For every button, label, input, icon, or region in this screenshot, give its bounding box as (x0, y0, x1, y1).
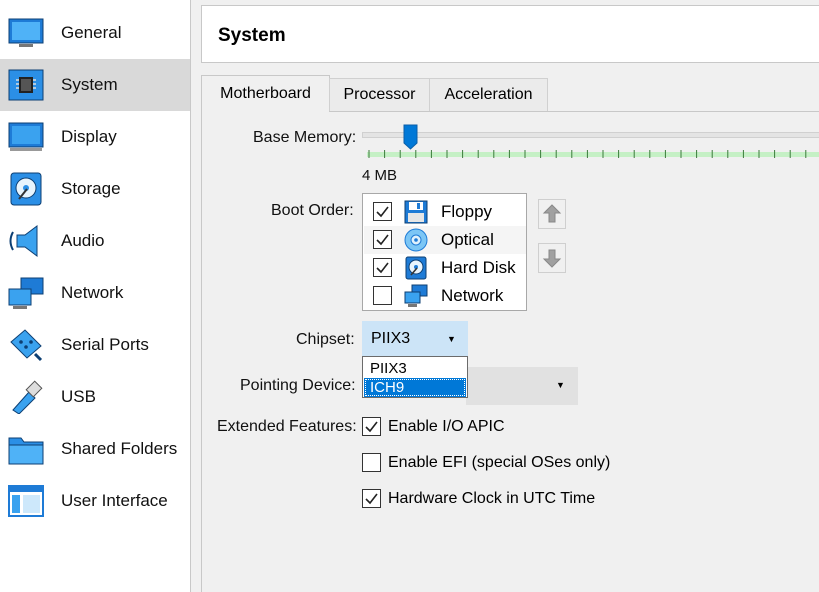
base-memory-label: Base Memory: (253, 129, 357, 146)
sidebar-item-label: General (61, 23, 122, 42)
move-down-button[interactable] (538, 243, 566, 273)
chipset-value: PIIX3 (371, 330, 411, 347)
sidebar-item-display[interactable]: Display (0, 111, 190, 163)
sidebar-item-label: Shared Folders (61, 439, 178, 458)
sidebar-item-label: USB (61, 387, 96, 406)
sidebar-item-label: System (61, 75, 118, 94)
boot-order-list[interactable]: Floppy Optical Hard Disk Network (362, 193, 527, 311)
hard-disk-icon (405, 256, 427, 280)
sidebar-item-label: User Interface (61, 491, 168, 510)
general-icon (8, 18, 44, 47)
pointing-device-select[interactable]: ▼ (466, 367, 578, 405)
boot-item-label: Network (441, 286, 504, 305)
settings-window: General System Display Storage Audio Net… (0, 0, 819, 592)
panel-border (201, 111, 202, 592)
io-apic-label: Enable I/O APIC (388, 418, 505, 435)
boot-item-optical[interactable]: Optical (364, 226, 526, 254)
chipset-select[interactable]: PIIX3 ▼ (362, 321, 468, 357)
sidebar-item-label: Network (61, 283, 124, 302)
chipset-label: Chipset: (296, 331, 355, 348)
tab-acceleration[interactable]: Acceleration (429, 78, 548, 111)
sidebar-item-label: Storage (61, 179, 121, 198)
io-apic-checkbox[interactable] (362, 417, 381, 436)
optical-disc-icon (404, 228, 428, 252)
shared-folders-icon (8, 437, 44, 465)
base-memory-slider-track[interactable] (362, 132, 819, 138)
boot-item-network[interactable]: Network (364, 282, 526, 310)
boot-item-hard-disk[interactable]: Hard Disk (364, 254, 526, 282)
tab-motherboard[interactable]: Motherboard (201, 75, 330, 112)
sidebar-item-label: Display (61, 127, 117, 146)
sidebar-item-label: Audio (61, 231, 105, 250)
user-interface-icon (8, 485, 44, 517)
network-icon (8, 277, 44, 309)
boot-order-label: Boot Order: (271, 202, 354, 219)
tab-label: Acceleration (444, 86, 533, 103)
sidebar-item-network[interactable]: Network (0, 267, 190, 319)
tab-label: Processor (343, 86, 416, 103)
chipset-option-piix3[interactable]: PIIX3 (364, 359, 466, 378)
boot-hard-disk-checkbox[interactable] (373, 258, 392, 277)
sidebar-item-general[interactable]: General (0, 7, 190, 59)
arrow-up-icon (542, 204, 562, 223)
boot-network-checkbox[interactable] (373, 286, 392, 305)
sidebar-item-system[interactable]: System (0, 59, 190, 111)
boot-item-label: Hard Disk (441, 258, 516, 277)
sidebar-item-usb[interactable]: USB (0, 371, 190, 423)
chipset-dropdown-list[interactable]: PIIX3 ICH9 (362, 356, 468, 398)
arrow-down-icon (542, 249, 562, 268)
system-icon (8, 69, 44, 101)
boot-item-label: Optical (441, 230, 494, 249)
efi-label: Enable EFI (special OSes only) (388, 454, 611, 471)
efi-checkbox[interactable] (362, 453, 381, 472)
sidebar-item-audio[interactable]: Audio (0, 215, 190, 267)
boot-optical-checkbox[interactable] (373, 230, 392, 249)
network-icon (404, 284, 428, 307)
display-icon (8, 122, 44, 151)
audio-icon (9, 225, 38, 257)
utc-clock-label: Hardware Clock in UTC Time (388, 490, 596, 507)
move-up-button[interactable] (538, 199, 566, 229)
chipset-option-ich9[interactable]: ICH9 (364, 378, 466, 397)
sidebar-item-storage[interactable]: Storage (0, 163, 190, 215)
page-header: System (201, 5, 819, 63)
chevron-down-icon: ▼ (556, 380, 565, 390)
pointing-device-label: Pointing Device: (240, 377, 356, 394)
boot-item-floppy[interactable]: Floppy (364, 198, 526, 226)
base-memory-value: 4 MB (362, 167, 398, 184)
floppy-icon (404, 200, 428, 224)
slider-ticks (368, 150, 807, 158)
boot-floppy-checkbox[interactable] (373, 202, 392, 221)
serial-ports-icon (10, 329, 43, 362)
chevron-down-icon: ▼ (447, 334, 456, 344)
sidebar-item-label: Serial Ports (61, 335, 149, 354)
sidebar-item-user-interface[interactable]: User Interface (0, 475, 190, 527)
utc-clock-checkbox[interactable] (362, 489, 381, 508)
sidebar-item-shared-folders[interactable]: Shared Folders (0, 423, 190, 475)
boot-item-label: Floppy (441, 202, 493, 221)
tab-label: Motherboard (220, 85, 311, 102)
base-memory-slider-handle[interactable] (403, 124, 418, 150)
page-title: System (218, 25, 286, 46)
sidebar-item-serial-ports[interactable]: Serial Ports (0, 319, 190, 371)
usb-icon (12, 380, 43, 414)
tab-processor[interactable]: Processor (329, 78, 430, 111)
settings-sidebar: General System Display Storage Audio Net… (0, 0, 191, 592)
tab-bar-divider (330, 111, 819, 112)
storage-icon (10, 172, 42, 206)
extended-features-label: Extended Features: (217, 418, 357, 435)
